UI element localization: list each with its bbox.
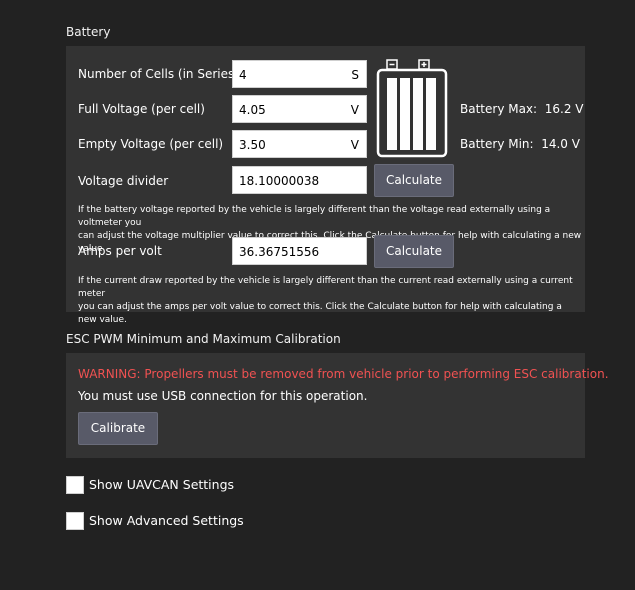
amps-per-volt-help-line2: you can adjust the amps per volt value t… — [78, 302, 562, 325]
battery-min-stat: Battery Min: 14.0 V — [460, 137, 580, 151]
amps-per-volt-value: 36.36751556 — [239, 245, 320, 259]
battery-panel: Number of Cells (in Series) 4 S Full Vol… — [66, 46, 585, 325]
usb-note: You must use USB connection for this ope… — [78, 389, 368, 403]
advanced-checkbox[interactable] — [66, 512, 84, 530]
battery-min-value: 14.0 V — [541, 137, 580, 151]
cells-label: Number of Cells (in Series) — [78, 67, 239, 81]
amps-per-volt-help-line1: If the current draw reported by the vehi… — [78, 276, 573, 299]
esc-panel: WARNING: Propellers must be removed from… — [66, 353, 609, 458]
voltage-divider-help-line1: If the battery voltage reported by the v… — [78, 205, 551, 228]
empty-voltage-unit: V — [350, 138, 359, 152]
full-voltage-unit: V — [350, 103, 359, 117]
full-voltage-value: 4.05 — [239, 103, 266, 117]
cells-unit: S — [351, 68, 359, 82]
voltage-divider-value: 18.10000038 — [239, 174, 320, 188]
battery-max-value: 16.2 V — [544, 102, 584, 116]
uavcan-label[interactable]: Show UAVCAN Settings — [89, 477, 234, 492]
battery-section-title: Battery — [66, 25, 111, 39]
amps-per-volt-help: If the current draw reported by the vehi… — [78, 275, 583, 327]
esc-section-title: ESC PWM Minimum and Maximum Calibration — [66, 332, 341, 346]
full-voltage-label: Full Voltage (per cell) — [78, 102, 205, 116]
empty-voltage-input[interactable]: 3.50 V — [232, 130, 367, 158]
empty-voltage-label: Empty Voltage (per cell) — [78, 137, 224, 151]
empty-voltage-value: 3.50 — [239, 138, 266, 152]
calibrate-button[interactable]: Calibrate — [78, 412, 158, 445]
voltage-divider-input[interactable]: 18.10000038 — [232, 166, 367, 194]
uavcan-checkbox[interactable] — [66, 476, 84, 494]
battery-icon — [376, 59, 448, 158]
voltage-divider-calculate-button[interactable]: Calculate — [374, 164, 454, 197]
advanced-label[interactable]: Show Advanced Settings — [89, 513, 244, 528]
cells-value: 4 — [239, 68, 247, 82]
battery-max-label: Battery Max: — [460, 102, 538, 116]
cells-input[interactable]: 4 S — [232, 60, 367, 88]
amps-per-volt-label: Amps per volt — [78, 244, 162, 258]
esc-warning: WARNING: Propellers must be removed from… — [78, 367, 609, 381]
battery-min-label: Battery Min: — [460, 137, 534, 151]
voltage-divider-label: Voltage divider — [78, 174, 169, 188]
full-voltage-input[interactable]: 4.05 V — [232, 95, 367, 123]
amps-per-volt-input[interactable]: 36.36751556 — [232, 237, 367, 265]
battery-max-stat: Battery Max: 16.2 V — [460, 102, 583, 116]
amps-per-volt-calculate-button[interactable]: Calculate — [374, 235, 454, 268]
